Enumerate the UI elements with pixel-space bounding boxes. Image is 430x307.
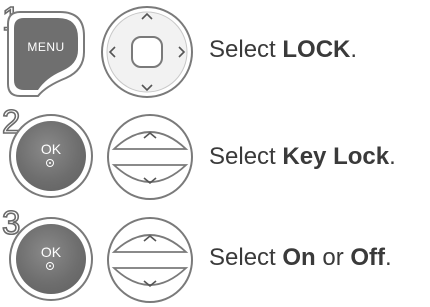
instruction-text: Select [209, 244, 283, 271]
instruction-bold-text: LOCK [282, 36, 351, 63]
chevron-up-icon[interactable] [143, 234, 157, 242]
ok-button[interactable]: OK [16, 224, 86, 294]
chevron-right-icon[interactable] [178, 46, 186, 58]
instruction-text: Select [209, 36, 283, 63]
step-2: 2 OK Select Key Lock. [0, 104, 430, 205]
step-1-instruction: Select LOCK. [209, 36, 357, 64]
ok-dot-icon [46, 159, 54, 167]
instruction-bold-text-2: Off [350, 244, 386, 271]
instruction-suffix: . [389, 143, 396, 170]
up-down-control [107, 114, 193, 200]
instruction-suffix: . [350, 36, 358, 63]
instruction-text: Select [209, 143, 283, 170]
ok-dot-icon [46, 262, 54, 270]
up-down-control [107, 217, 193, 303]
instruction-bold-text: On [282, 244, 316, 271]
menu-button[interactable]: MENU [14, 18, 78, 90]
chevron-down-icon[interactable] [143, 280, 157, 288]
ok-button-label: OK [40, 141, 62, 157]
ok-button[interactable]: OK [16, 121, 86, 191]
step-2-instruction: Select Key Lock. [209, 143, 396, 171]
step-3: 3 OK Select On or Off. [0, 205, 430, 306]
instruction-bold-text: Key Lock [282, 143, 390, 170]
chevron-up-icon[interactable] [141, 12, 153, 20]
ok-button-label: OK [40, 244, 62, 260]
chevron-up-icon[interactable] [143, 131, 157, 139]
instruction-middle-text: or [315, 244, 351, 271]
step-1: 1 MENU Select LOCK. [0, 0, 430, 100]
chevron-down-icon[interactable] [141, 84, 153, 92]
chevron-down-icon[interactable] [143, 177, 157, 185]
chevron-left-icon[interactable] [108, 46, 116, 58]
step-3-instruction: Select On or Off. [209, 244, 392, 272]
menu-button-label: MENU [27, 40, 65, 54]
instruction-suffix: . [385, 244, 392, 271]
